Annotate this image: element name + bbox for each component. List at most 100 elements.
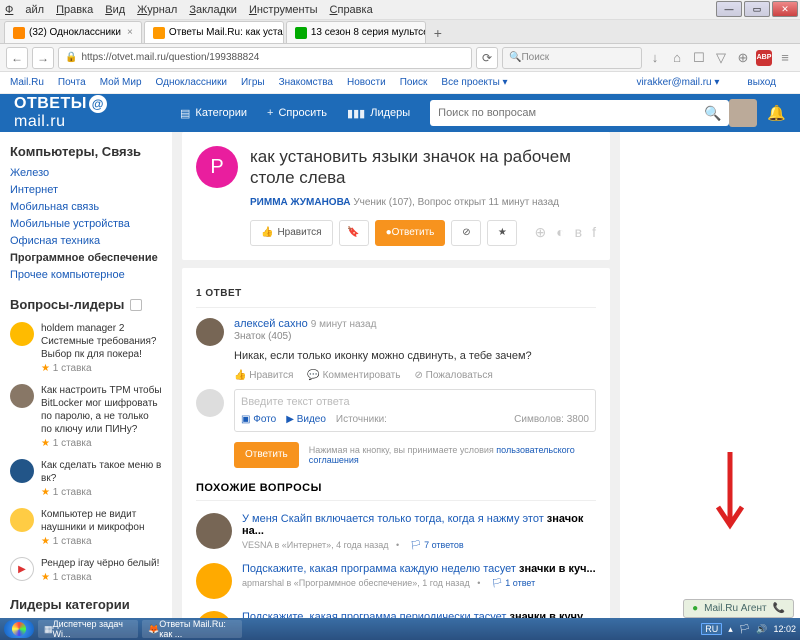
leader-item[interactable]: Компьютер не видит наушники и микрофон★ … xyxy=(10,508,162,547)
nav-games[interactable]: Игры xyxy=(241,77,265,88)
question-meta: Ученик (107), Вопрос открыт 11 минут наз… xyxy=(353,197,559,208)
menu-help[interactable]: Справка xyxy=(330,4,373,16)
sidebar-title: Компьютеры, Связь xyxy=(10,144,162,159)
bookmark-button[interactable]: 🔖 xyxy=(339,220,369,246)
leader-item[interactable]: Как настроить TPM чтобы BitLocker мог ши… xyxy=(10,384,162,449)
star-button[interactable]: ★ xyxy=(487,220,517,246)
search-input[interactable]: 🔍 xyxy=(430,100,729,126)
forward-button[interactable]: → xyxy=(32,47,54,69)
sidebar-cat[interactable]: Интернет xyxy=(10,184,162,196)
share-link-icon[interactable]: ⊕ xyxy=(534,224,546,241)
tab-1[interactable]: Ответы Mail.Ru: как устан...× xyxy=(144,21,284,43)
share-vk-icon[interactable]: в xyxy=(575,224,582,241)
nav-dating[interactable]: Знакомства xyxy=(279,77,333,88)
nav-ok[interactable]: Одноклассники xyxy=(156,77,227,88)
clock[interactable]: 12:02 xyxy=(773,624,796,634)
sidebar-cat[interactable]: Железо xyxy=(10,167,162,179)
share-ok-icon[interactable]: ◐ xyxy=(556,224,564,241)
window-close[interactable]: ✕ xyxy=(772,1,798,17)
nav-mailru[interactable]: Mail.Ru xyxy=(10,77,44,88)
nav-ask[interactable]: +Спросить xyxy=(267,107,327,119)
nav-allprojects[interactable]: Все проекты ▾ xyxy=(441,77,507,88)
share-fb-icon[interactable]: f xyxy=(592,224,596,241)
leader-item[interactable]: ▶Рендер ігау чёрно белый!★ 1 ставка xyxy=(10,557,162,583)
hamburger-icon[interactable]: ≡ xyxy=(776,49,794,67)
like-button[interactable]: 👍Нравится xyxy=(250,220,333,246)
leader-item[interactable]: Как сделать такое меню в вк?★ 1 ставка xyxy=(10,459,162,498)
asker-name[interactable]: РИММА ЖУМАНОВА xyxy=(250,197,351,208)
nav-leaders[interactable]: ▮▮▮Лидеры xyxy=(347,107,410,120)
bell-icon[interactable]: 🔔 xyxy=(767,104,786,122)
download-icon[interactable]: ↓ xyxy=(646,49,664,67)
phone-icon[interactable]: 📞 xyxy=(773,603,785,614)
tray-up-icon[interactable]: ▴ xyxy=(728,624,733,635)
sidebar-cat[interactable]: Мобильные устройства xyxy=(10,218,162,230)
menu-view[interactable]: Вид xyxy=(105,4,125,16)
leader-item[interactable]: holdem manager 2 Системные требования? В… xyxy=(10,322,162,374)
tray-volume-icon[interactable]: 🔊 xyxy=(756,624,767,635)
new-tab-button[interactable]: + xyxy=(428,25,448,43)
sidebar-cat[interactable]: Мобильная связь xyxy=(10,201,162,213)
asker-avatar[interactable]: Р xyxy=(196,146,238,188)
menu-bookmarks[interactable]: Закладки xyxy=(189,4,237,16)
nav-mail[interactable]: Почта xyxy=(58,77,86,88)
tray-flag-icon[interactable]: 🏳 xyxy=(739,624,750,635)
nav-news[interactable]: Новости xyxy=(347,77,386,88)
reload-button[interactable]: ⟳ xyxy=(476,47,498,69)
answer-button[interactable]: ● Ответить xyxy=(375,220,446,246)
logout-link[interactable]: выход xyxy=(747,77,776,88)
avatar[interactable] xyxy=(729,99,757,127)
window-maximize[interactable]: ▭ xyxy=(744,1,770,17)
url-input[interactable]: 🔒https://otvet.mail.ru/question/19938882… xyxy=(58,47,472,69)
bookmark-icon[interactable]: ☐ xyxy=(690,49,708,67)
menu-tools[interactable]: Инструменты xyxy=(249,4,318,16)
answerer-avatar[interactable] xyxy=(196,318,224,346)
answerer-name[interactable]: алексей сахно xyxy=(234,318,308,330)
tab-0[interactable]: (32) Одноклассники× xyxy=(4,21,142,43)
taskbar-item[interactable]: 🦊 Ответы Mail.Ru: как ... xyxy=(142,620,242,638)
similar-item[interactable]: У меня Скайп включается только тогда, ко… xyxy=(196,513,596,551)
sidebar-cat[interactable]: Прочее компьютерное xyxy=(10,269,162,281)
user-email[interactable]: virakker@mail.ru ▾ xyxy=(636,77,719,88)
logo[interactable]: ОТВЕТЫ@mail.ru xyxy=(14,95,160,131)
home-icon[interactable]: ⌂ xyxy=(668,49,686,67)
language-indicator[interactable]: RU xyxy=(701,623,722,635)
nav-search[interactable]: Поиск xyxy=(400,77,428,88)
sidebar-cat-active[interactable]: Программное обеспечение xyxy=(10,252,162,264)
addon-icon[interactable]: ⊕ xyxy=(734,49,752,67)
answer-report[interactable]: ⊘ Пожаловаться xyxy=(414,370,492,381)
browser-search[interactable]: 🔍 Поиск xyxy=(502,47,642,69)
menu-file[interactable]: Файл xyxy=(5,4,44,16)
nav-categories[interactable]: ▤Категории xyxy=(180,107,247,120)
leader-avatar xyxy=(10,322,34,346)
answer-comment[interactable]: 💬 Комментировать xyxy=(307,370,400,381)
nav-mymir[interactable]: Мой Мир xyxy=(100,77,142,88)
answerer-rank: Знаток (405) xyxy=(234,331,596,342)
attach-video[interactable]: ▶ Видео xyxy=(286,414,326,425)
menu-history[interactable]: Журнал xyxy=(137,4,177,16)
sidebar-cat[interactable]: Офисная техника xyxy=(10,235,162,247)
window-minimize[interactable]: — xyxy=(716,1,742,17)
similar-item[interactable]: Подскажите, какая программа каждую недел… xyxy=(196,563,596,599)
pocket-icon[interactable]: ▽ xyxy=(712,49,730,67)
report-button[interactable]: ⊘ xyxy=(451,220,481,246)
plus-icon: + xyxy=(267,107,273,119)
attach-photo[interactable]: ▣ Фото xyxy=(241,414,276,425)
reply-textarea[interactable]: Введите текст ответа ▣ Фото ▶ Видео Исто… xyxy=(234,389,596,432)
gear-icon[interactable] xyxy=(130,299,142,311)
tab-2[interactable]: 13 сезон 8 серия мультсе...× xyxy=(286,21,426,43)
answer-like[interactable]: 👍 Нравится xyxy=(234,370,293,381)
taskbar-item[interactable]: ▦ Диспетчер задач Wi... xyxy=(38,620,138,638)
menu-edit[interactable]: Правка xyxy=(56,4,93,16)
close-icon[interactable]: × xyxy=(127,27,133,38)
search-icon[interactable]: 🔍 xyxy=(704,105,721,122)
start-button[interactable] xyxy=(4,620,34,638)
question-card: Р как установить языки значок на рабочем… xyxy=(182,132,610,260)
back-button[interactable]: ← xyxy=(6,47,28,69)
leader-avatar xyxy=(10,459,34,483)
windows-taskbar: ▦ Диспетчер задач Wi... 🦊 Ответы Mail.Ru… xyxy=(0,618,800,640)
similar-avatar xyxy=(196,563,232,599)
submit-answer-button[interactable]: Ответить xyxy=(234,442,299,468)
adblock-icon[interactable]: ABP xyxy=(756,50,772,66)
mailru-agent-bar[interactable]: ● Mail.Ru Агент 📞 xyxy=(683,599,794,618)
